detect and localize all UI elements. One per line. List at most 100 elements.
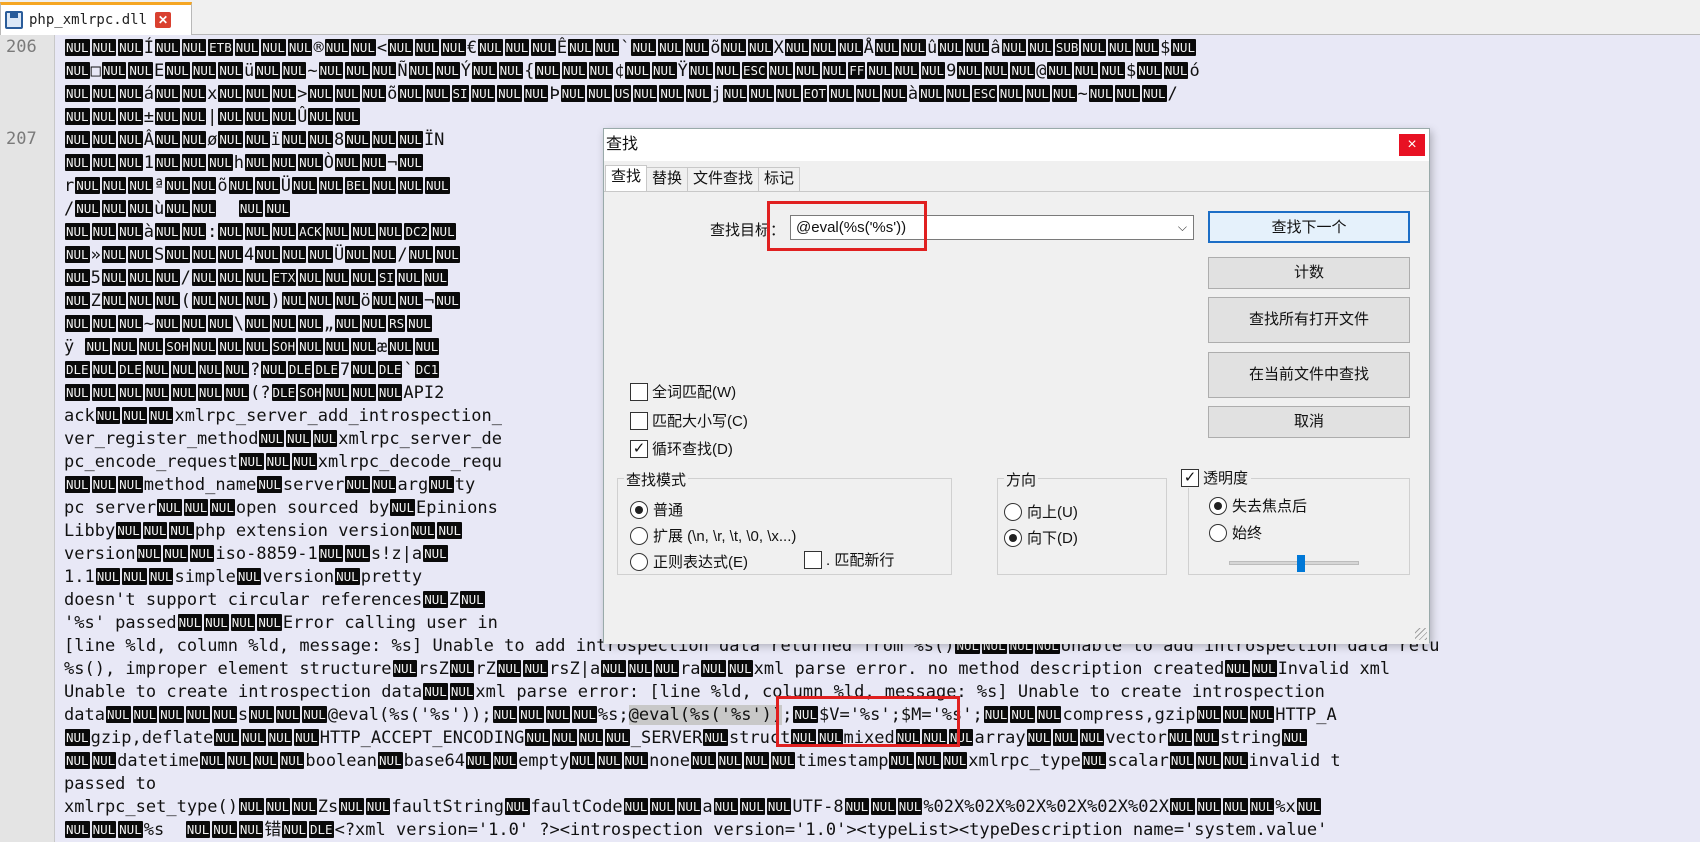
chevron-down-icon[interactable]: ⌵ bbox=[1178, 216, 1187, 239]
code-text: á bbox=[143, 84, 154, 104]
check-icon: ✓ bbox=[630, 439, 648, 458]
direction-up-radio[interactable]: 向上(U) bbox=[1004, 501, 1078, 522]
code-text: xml parse error: [line %ld, column %ld, … bbox=[475, 682, 1325, 702]
code-text: $V='%s';$M='%s'; bbox=[818, 705, 983, 725]
code-text: base64 bbox=[403, 751, 466, 771]
find-in-current-button[interactable]: 在当前文件中查找 bbox=[1208, 352, 1410, 398]
control-char-token: US bbox=[613, 85, 631, 102]
control-char-token: NUL bbox=[281, 246, 307, 263]
mode-regex-radio[interactable]: 正则表达式(E) bbox=[630, 551, 748, 572]
count-button[interactable]: 计数 bbox=[1208, 257, 1410, 289]
control-char-token: NUL bbox=[728, 660, 753, 677]
control-char-token: NUL bbox=[91, 108, 117, 125]
find-input[interactable]: @eval(%s('%s')) ⌵ bbox=[790, 215, 1194, 240]
find-label: 查找目标： bbox=[710, 222, 786, 239]
transparency-slider[interactable] bbox=[1229, 555, 1359, 572]
control-char-token: NUL bbox=[118, 39, 143, 56]
control-char-token: NUL bbox=[91, 315, 117, 332]
control-char-token: NUL bbox=[791, 729, 816, 746]
control-char-token: NUL bbox=[371, 177, 397, 194]
code-text: Û bbox=[297, 107, 308, 127]
control-char-token: NUL bbox=[101, 200, 127, 217]
control-char-token: NUL bbox=[218, 338, 243, 355]
control-char-token: NUL bbox=[676, 798, 702, 815]
transparency-checkbox[interactable]: ✓ 透明度 bbox=[1181, 467, 1252, 488]
control-char-token: NUL bbox=[1053, 729, 1078, 746]
dialog-close-button[interactable]: × bbox=[1399, 134, 1425, 156]
control-char-token: NUL bbox=[218, 223, 243, 240]
direction-down-radio[interactable]: 向下(D) bbox=[1004, 527, 1078, 548]
code-text: 7 bbox=[340, 360, 351, 380]
control-char-token: NUL bbox=[181, 315, 207, 332]
control-char-token: NUL bbox=[964, 39, 990, 56]
control-char-token: NUL bbox=[361, 154, 387, 171]
whole-word-label: 全词匹配(W) bbox=[652, 384, 737, 401]
wrap-checkbox[interactable]: ✓ 循环查找(D) bbox=[630, 438, 733, 459]
tab-find-in-files[interactable]: 文件查找 bbox=[687, 167, 760, 191]
mode-normal-radio[interactable]: 普通 bbox=[630, 499, 683, 520]
close-icon[interactable]: ✕ bbox=[155, 12, 172, 28]
control-char-token: FF bbox=[848, 62, 866, 79]
control-char-token: NUL bbox=[255, 246, 280, 263]
code-text: _SERVER bbox=[630, 728, 703, 748]
code-text: xmlrpc_server_de bbox=[338, 429, 502, 449]
find-all-open-button[interactable]: 查找所有打开文件 bbox=[1208, 297, 1410, 343]
find-next-button[interactable]: 查找下一个 bbox=[1208, 211, 1410, 243]
control-char-token: NUL bbox=[218, 246, 243, 263]
control-char-token: NUL bbox=[1171, 39, 1196, 56]
control-char-token: NUL bbox=[631, 39, 657, 56]
control-char-token: NUL bbox=[101, 269, 127, 286]
code-text: Z bbox=[448, 590, 460, 610]
control-char-token: NUL bbox=[224, 361, 250, 378]
cancel-button[interactable]: 取消 bbox=[1208, 406, 1410, 438]
control-char-token: NUL bbox=[218, 85, 243, 102]
control-char-token: NUL bbox=[244, 223, 270, 240]
control-char-token: NUL bbox=[1134, 39, 1160, 56]
always-radio[interactable]: 始终 bbox=[1209, 522, 1262, 543]
slider-thumb[interactable] bbox=[1297, 555, 1306, 572]
code-text: / bbox=[180, 268, 191, 288]
control-char-token: NUL bbox=[154, 85, 180, 102]
control-char-token: NUL bbox=[244, 315, 270, 332]
code-text: Libby bbox=[64, 521, 116, 541]
control-char-token: NUL bbox=[208, 315, 233, 332]
control-char-token: NUL bbox=[65, 292, 90, 309]
on-lose-focus-label: 失去焦点后 bbox=[1232, 498, 1308, 515]
mode-extended-radio[interactable]: 扩展 (\n, \r, \t, \0, \x...) bbox=[630, 525, 796, 546]
code-text: Í bbox=[143, 38, 154, 58]
check-icon: ✓ bbox=[1181, 468, 1199, 487]
code-text: invalid t bbox=[1248, 751, 1341, 771]
match-case-checkbox[interactable]: 匹配大小写(C) bbox=[630, 410, 748, 431]
control-char-token: NUL bbox=[185, 821, 211, 838]
control-char-token: NUL bbox=[722, 85, 748, 102]
control-char-token: NUL bbox=[308, 292, 333, 309]
dialog-tabs: 查找 替换 文件查找 标记 bbox=[605, 165, 801, 191]
tab-mark[interactable]: 标记 bbox=[758, 167, 801, 191]
control-char-token: NUL bbox=[91, 39, 117, 56]
control-char-token: NUL bbox=[298, 338, 323, 355]
control-char-token: NUL bbox=[441, 39, 466, 56]
control-char-token: NUL bbox=[688, 62, 714, 79]
tab-find[interactable]: 查找 bbox=[605, 165, 648, 191]
control-char-token: NUL bbox=[472, 62, 497, 79]
control-char-token: NUL bbox=[181, 223, 207, 240]
control-char-token: NUL bbox=[65, 752, 90, 769]
control-char-token: NUL bbox=[659, 85, 684, 102]
tab-php-xmlrpc[interactable]: php_xmlrpc.dll ✕ bbox=[0, 2, 192, 35]
control-char-token: NUL bbox=[324, 384, 350, 401]
control-char-token: NUL bbox=[351, 361, 376, 378]
control-char-token: NUL bbox=[334, 108, 360, 125]
resize-grip-icon[interactable] bbox=[1415, 628, 1427, 640]
tab-replace[interactable]: 替换 bbox=[646, 167, 689, 191]
control-char-token: NUL bbox=[1028, 39, 1053, 56]
whole-word-checkbox[interactable]: 全词匹配(W) bbox=[630, 381, 736, 402]
code-text: ) bbox=[270, 291, 281, 311]
control-char-token: NUL bbox=[287, 39, 313, 56]
control-char-token: DLE bbox=[271, 384, 297, 401]
match-newline-checkbox[interactable]: . 匹配新行 bbox=[804, 549, 894, 570]
control-char-token: NUL bbox=[371, 292, 397, 309]
code-line: NUL NUL NUL Í NUL NUL ETB NUL NUL NUL ® NUL NUL < NUL N… bbox=[64, 37, 1700, 60]
code-text: 错 bbox=[264, 820, 282, 840]
control-char-token: NUL bbox=[1025, 85, 1050, 102]
on-lose-focus-radio[interactable]: 失去焦点后 bbox=[1209, 495, 1307, 516]
